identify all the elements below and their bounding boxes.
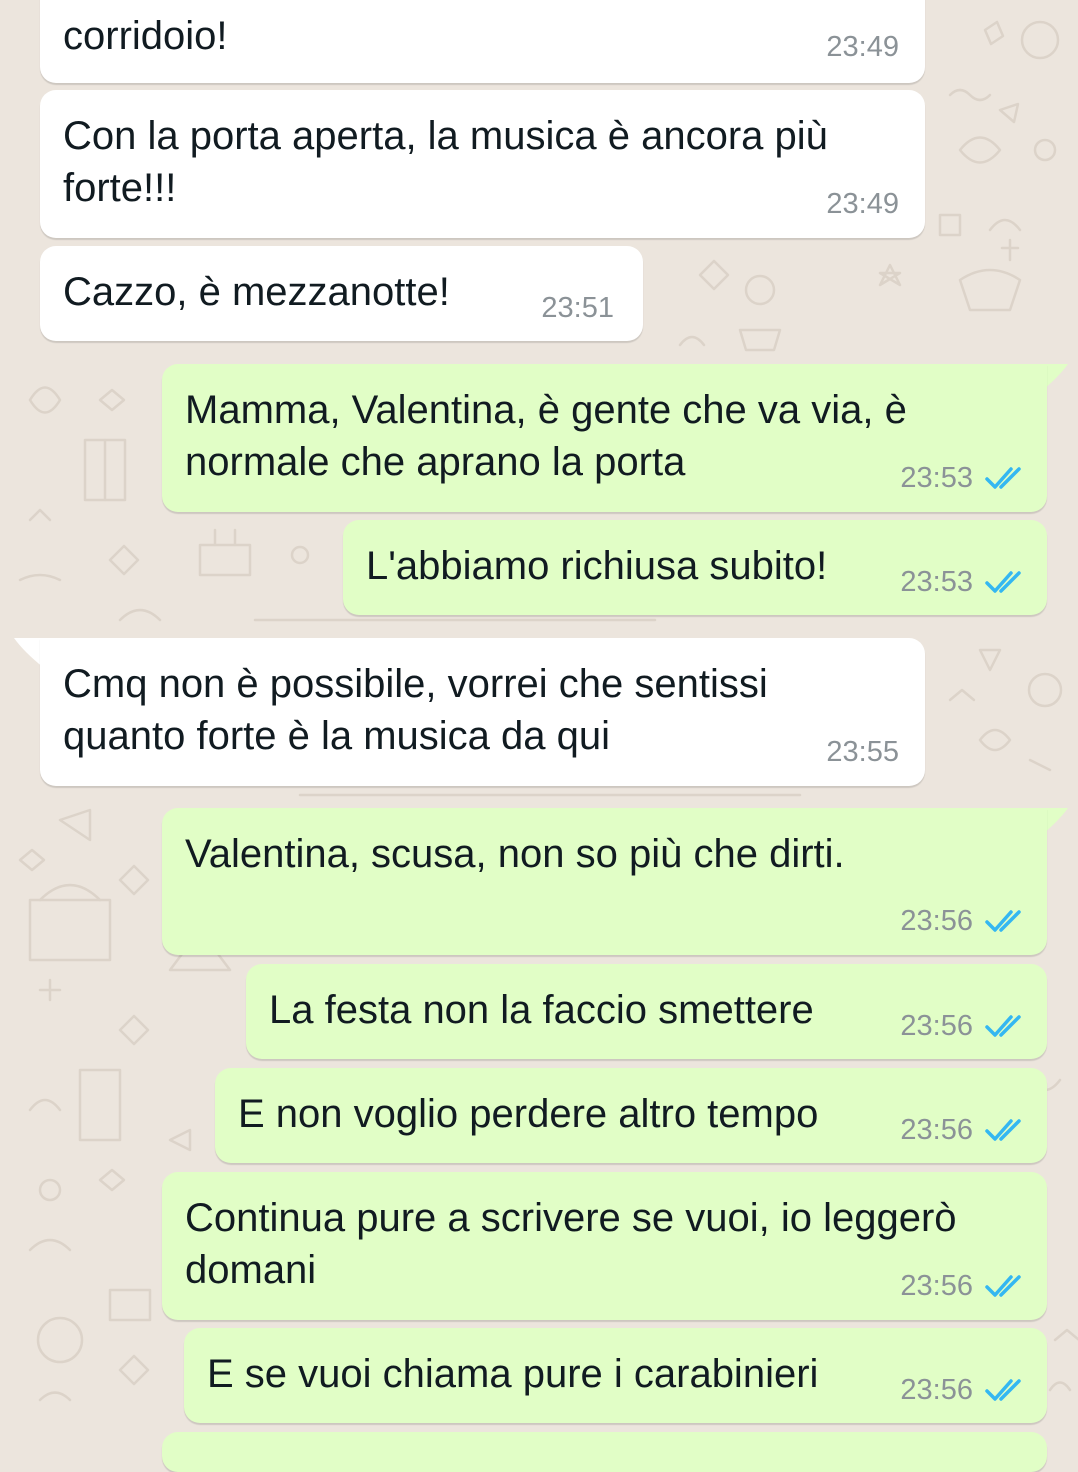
message-timestamp: 23:53 bbox=[900, 566, 973, 598]
double-check-icon bbox=[985, 910, 1021, 932]
chat-messages-list[interactable]: corridoio! 23:49 Con la porta aperta, la… bbox=[0, 0, 1078, 1472]
message-bubble-outgoing[interactable]: E non voglio perdere altro tempo 23:56 bbox=[215, 1068, 1047, 1163]
message-timestamp: 23:56 bbox=[900, 1270, 973, 1302]
message-bubble-outgoing[interactable]: Mamma, Valentina, è gente che va via, è … bbox=[162, 364, 1047, 512]
message-text: E se vuoi chiama pure i carabinieri bbox=[207, 1352, 819, 1396]
message-timestamp: 23:49 bbox=[826, 31, 899, 63]
message-bubble-outgoing[interactable]: La festa non la faccio smettere 23:56 bbox=[246, 964, 1047, 1059]
message-timestamp: 23:56 bbox=[900, 1114, 973, 1146]
message-timestamp: 23:56 bbox=[900, 1010, 973, 1042]
message-bubble-incoming[interactable]: Cmq non è possibile, vorrei che sentissi… bbox=[40, 638, 925, 786]
message-timestamp: 23:53 bbox=[900, 462, 973, 494]
message-bubble-outgoing[interactable]: E se vuoi chiama pure i carabinieri 23:5… bbox=[184, 1328, 1047, 1423]
message-text: La festa non la faccio smettere bbox=[269, 988, 814, 1032]
message-text: corridoio! bbox=[63, 14, 228, 58]
message-bubble-outgoing[interactable]: Valentina, scusa, non so più che dirti. … bbox=[162, 808, 1047, 955]
message-bubble-incoming[interactable]: Cazzo, è mezzanotte! 23:51 bbox=[40, 246, 643, 341]
double-check-icon bbox=[985, 467, 1021, 489]
message-text: Mamma, Valentina, è gente che va via, è … bbox=[185, 388, 907, 484]
message-text: Continua pure a scrivere se vuoi, io leg… bbox=[185, 1196, 957, 1292]
double-check-icon bbox=[985, 1275, 1021, 1297]
message-timestamp: 23:56 bbox=[900, 905, 973, 937]
double-check-icon bbox=[985, 1119, 1021, 1141]
message-bubble-incoming[interactable]: Con la porta aperta, la musica è ancora … bbox=[40, 90, 925, 238]
message-text: E non voglio perdere altro tempo bbox=[238, 1092, 819, 1136]
message-timestamp: 23:56 bbox=[900, 1374, 973, 1406]
message-text: L'abbiamo richiusa subito! bbox=[366, 544, 828, 588]
message-bubble-outgoing[interactable]: Continua pure a scrivere se vuoi, io leg… bbox=[162, 1172, 1047, 1320]
message-bubble-outgoing-partial bbox=[162, 1432, 1047, 1472]
message-bubble-outgoing[interactable]: L'abbiamo richiusa subito! 23:53 bbox=[343, 520, 1047, 615]
message-bubble-incoming[interactable]: corridoio! 23:49 bbox=[40, 0, 925, 83]
double-check-icon bbox=[985, 1379, 1021, 1401]
message-timestamp: 23:49 bbox=[826, 188, 899, 220]
message-text: Valentina, scusa, non so più che dirti. bbox=[185, 832, 845, 876]
message-timestamp: 23:51 bbox=[541, 292, 614, 324]
message-text: Cmq non è possibile, vorrei che sentissi… bbox=[63, 662, 768, 758]
double-check-icon bbox=[985, 1015, 1021, 1037]
message-timestamp: 23:55 bbox=[826, 736, 899, 768]
message-text: Con la porta aperta, la musica è ancora … bbox=[63, 114, 828, 210]
message-text: Cazzo, è mezzanotte! bbox=[63, 270, 450, 314]
double-check-icon bbox=[985, 571, 1021, 593]
